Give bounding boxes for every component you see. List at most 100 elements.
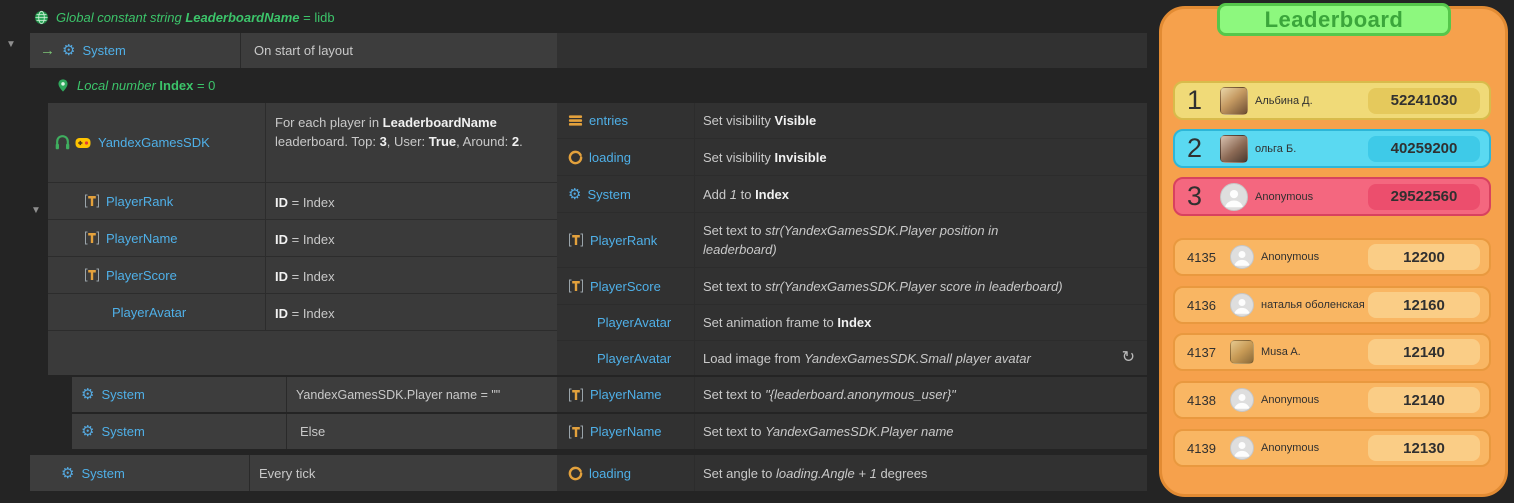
- rank-label: 1: [1187, 87, 1213, 114]
- condition-row[interactable]: PlayerAvatar ID = Index: [48, 294, 557, 331]
- leaderboard-row: 4137 Musa A. 12140: [1173, 333, 1491, 371]
- action-text: Set animation frame to Index: [695, 313, 1147, 332]
- action-text: Set visibility Invisible: [695, 148, 1147, 167]
- player-name: ольга Б.: [1255, 143, 1296, 155]
- action-text: Set angle to loading.Angle + 1 degrees: [695, 464, 1147, 483]
- player-avatar: [1220, 135, 1248, 163]
- player-name: Musa A.: [1261, 346, 1301, 358]
- event-block-anonymous: ⚙ System YandexGamesSDK.Player name = ""…: [72, 377, 1147, 412]
- action-text: Add 1 to Index: [695, 185, 1147, 204]
- event-block-else: ⚙ System Else PlayerName Set text to Yan…: [72, 414, 1147, 449]
- object-name: PlayerName: [590, 387, 662, 402]
- leaderboard-row: 4135 Anonymous 12200: [1173, 238, 1491, 276]
- action-row[interactable]: entries Set visibility Visible: [557, 103, 1147, 139]
- event-object-cell[interactable]: ⚙ System: [30, 455, 250, 491]
- collapse-arrow-icon[interactable]: ▼: [6, 40, 16, 50]
- action-text: Set text to YandexGamesSDK.Player name: [695, 422, 1147, 441]
- empty-actions-area[interactable]: [557, 33, 1147, 68]
- score-badge: 12130: [1368, 435, 1480, 461]
- rank-label: 4136: [1187, 298, 1223, 313]
- action-text: Set text to str(YandexGamesSDK.Player po…: [695, 221, 1055, 259]
- action-row[interactable]: loading Set visibility Invisible: [557, 139, 1147, 176]
- text-object-icon: [84, 230, 100, 246]
- text-object-icon: [568, 424, 584, 440]
- local-variable-text: Local number Index = 0: [77, 78, 215, 93]
- object-name: PlayerScore: [590, 279, 661, 294]
- object-name: PlayerRank: [106, 194, 173, 209]
- local-variable-row[interactable]: Local number Index = 0: [56, 73, 215, 97]
- condition-cell[interactable]: Every tick: [250, 455, 557, 491]
- person-avatar-icon: [1230, 293, 1254, 317]
- global-variable-text: Global constant string LeaderboardName =…: [56, 10, 335, 25]
- condition-row[interactable]: YandexGamesSDK For each player in Leader…: [48, 103, 557, 183]
- location-pin-icon: [56, 78, 70, 93]
- player-avatar: [1220, 87, 1248, 115]
- leaderboard-row: 1 Альбина Д. 52241030: [1173, 81, 1491, 120]
- event-object-cell[interactable]: ⚙ System: [72, 414, 287, 449]
- leaderboard-title: Leaderboard: [1217, 3, 1451, 36]
- object-name: PlayerName: [590, 424, 662, 439]
- rank-label: 2: [1187, 135, 1213, 162]
- global-variable-row[interactable]: Global constant string LeaderboardName =…: [34, 5, 335, 29]
- action-row[interactable]: PlayerAvatar Set animation frame to Inde…: [557, 305, 1147, 341]
- object-name: YandexGamesSDK: [98, 135, 210, 150]
- object-name: loading: [589, 150, 631, 165]
- condition-row[interactable]: PlayerRank ID = Index: [48, 183, 557, 220]
- condition-cell[interactable]: On start of layout: [241, 33, 557, 68]
- gear-icon: ⚙: [61, 466, 74, 481]
- leaderboard-row: 3 Anonymous 29522560: [1173, 177, 1491, 216]
- object-name: System: [101, 424, 144, 439]
- event-object-cell[interactable]: ⚙ System: [72, 377, 287, 412]
- yandex-games-sdk-icon: [75, 135, 91, 151]
- leaderboard-row: 4139 Anonymous 12130: [1173, 429, 1491, 467]
- text-object-icon: [84, 193, 100, 209]
- condition-text: On start of layout: [254, 43, 353, 58]
- condition-text: YandexGamesSDK.Player name = "": [296, 388, 500, 402]
- leaderboard-panel: 1 Альбина Д. 52241030 2 ольга Б. 4025920…: [1159, 6, 1508, 497]
- action-row[interactable]: loading Set angle to loading.Angle + 1 d…: [557, 455, 1147, 491]
- event-block-for-each: YandexGamesSDK For each player in Leader…: [48, 103, 1147, 375]
- leaderboard-row: 4138 Anonymous 12140: [1173, 381, 1491, 419]
- rank-label: 4135: [1187, 250, 1223, 265]
- text-object-icon: [568, 232, 584, 248]
- score-badge: 40259200: [1368, 136, 1480, 162]
- gear-icon: ⚙: [81, 424, 94, 439]
- gear-icon: ⚙: [81, 387, 94, 402]
- action-row[interactable]: PlayerScore Set text to str(YandexGamesS…: [557, 268, 1147, 305]
- reload-icon: ↻: [1122, 350, 1135, 366]
- score-badge: 12200: [1368, 244, 1480, 270]
- action-row[interactable]: PlayerAvatar Load image from YandexGames…: [557, 341, 1147, 375]
- gear-icon: ⚙: [568, 187, 581, 202]
- person-avatar-icon: [1230, 436, 1254, 460]
- condition-cell[interactable]: Else: [287, 414, 557, 449]
- object-name: System: [81, 466, 124, 481]
- player-avatar: [1230, 340, 1254, 364]
- rank-label: 4139: [1187, 441, 1223, 456]
- action-text: Set text to "{leaderboard.anonymous_user…: [695, 385, 1147, 404]
- action-text: Set visibility Visible: [695, 111, 1147, 130]
- action-row[interactable]: PlayerRank Set text to str(YandexGamesSD…: [557, 213, 1147, 268]
- object-name: loading: [589, 466, 631, 481]
- score-badge: 12160: [1368, 292, 1480, 318]
- leaderboard-row: 2 ольга Б. 40259200: [1173, 129, 1491, 168]
- condition-text: Every tick: [259, 466, 315, 481]
- event-object-cell[interactable]: → ⚙ System: [30, 33, 241, 68]
- rank-label: 4137: [1187, 345, 1223, 360]
- object-name: PlayerRank: [590, 233, 657, 248]
- condition-row[interactable]: PlayerScore ID = Index: [48, 257, 557, 294]
- player-name: Anonymous: [1261, 394, 1319, 406]
- action-row[interactable]: ⚙ System Add 1 to Index: [557, 176, 1147, 213]
- action-row[interactable]: PlayerName Set text to "{leaderboard.ano…: [557, 377, 1147, 412]
- collapse-arrow-icon[interactable]: ▼: [31, 206, 41, 216]
- rank-label: 3: [1187, 183, 1213, 210]
- leaderboard-row: 4136 наталья оболенская 12160: [1173, 286, 1491, 324]
- globe-icon: [34, 10, 49, 25]
- event-block-on-start: → ⚙ System On start of layout: [30, 33, 1147, 68]
- object-name: System: [101, 387, 144, 402]
- rank-label: 4138: [1187, 393, 1223, 408]
- condition-row[interactable]: PlayerName ID = Index: [48, 220, 557, 257]
- condition-cell[interactable]: YandexGamesSDK.Player name = "": [287, 377, 557, 412]
- text-object-icon: [568, 278, 584, 294]
- loading-spinner-icon: [568, 466, 583, 481]
- action-row[interactable]: PlayerName Set text to YandexGamesSDK.Pl…: [557, 414, 1147, 449]
